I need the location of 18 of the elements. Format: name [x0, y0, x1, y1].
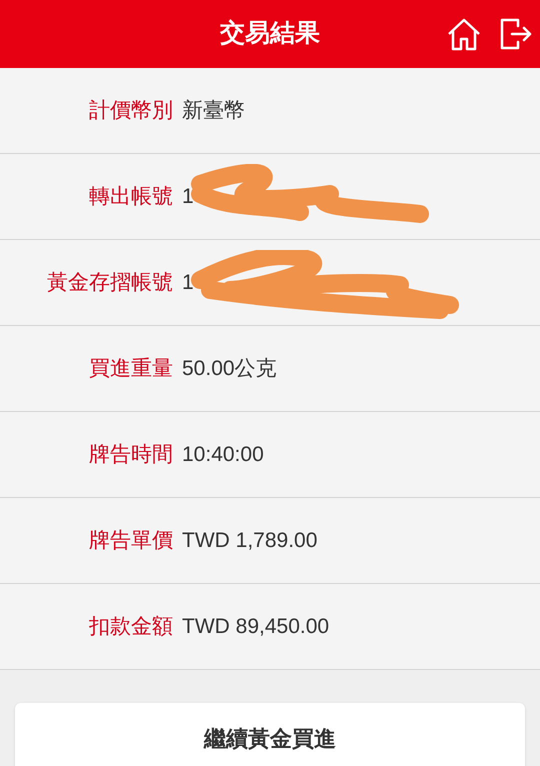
field-label: 轉出帳號 [88, 184, 173, 210]
field-value: 新臺幣 [182, 98, 245, 124]
field-value: 50.00公克 [182, 356, 277, 382]
field-label: 扣款金額 [88, 614, 173, 640]
field-label: 買進重量 [88, 356, 173, 382]
field-label: 牌告單價 [88, 528, 173, 554]
field-value: 1 [182, 270, 194, 296]
field-label: 牌告時間 [88, 442, 173, 468]
field-value: TWD 1,789.00 [182, 528, 318, 554]
field-label: 黃金存摺帳號 [46, 270, 173, 296]
field-value: TWD 89,450.00 [182, 614, 330, 640]
page-title: 交易結果 [220, 18, 320, 50]
home-icon[interactable] [446, 16, 482, 52]
field-label: 計價幣別 [88, 98, 173, 124]
field-value: 1 [182, 184, 194, 210]
field-value: 10:40:00 [182, 442, 264, 468]
exit-icon[interactable] [498, 16, 532, 52]
continue-button[interactable]: 繼續黃金買進 [15, 703, 525, 766]
